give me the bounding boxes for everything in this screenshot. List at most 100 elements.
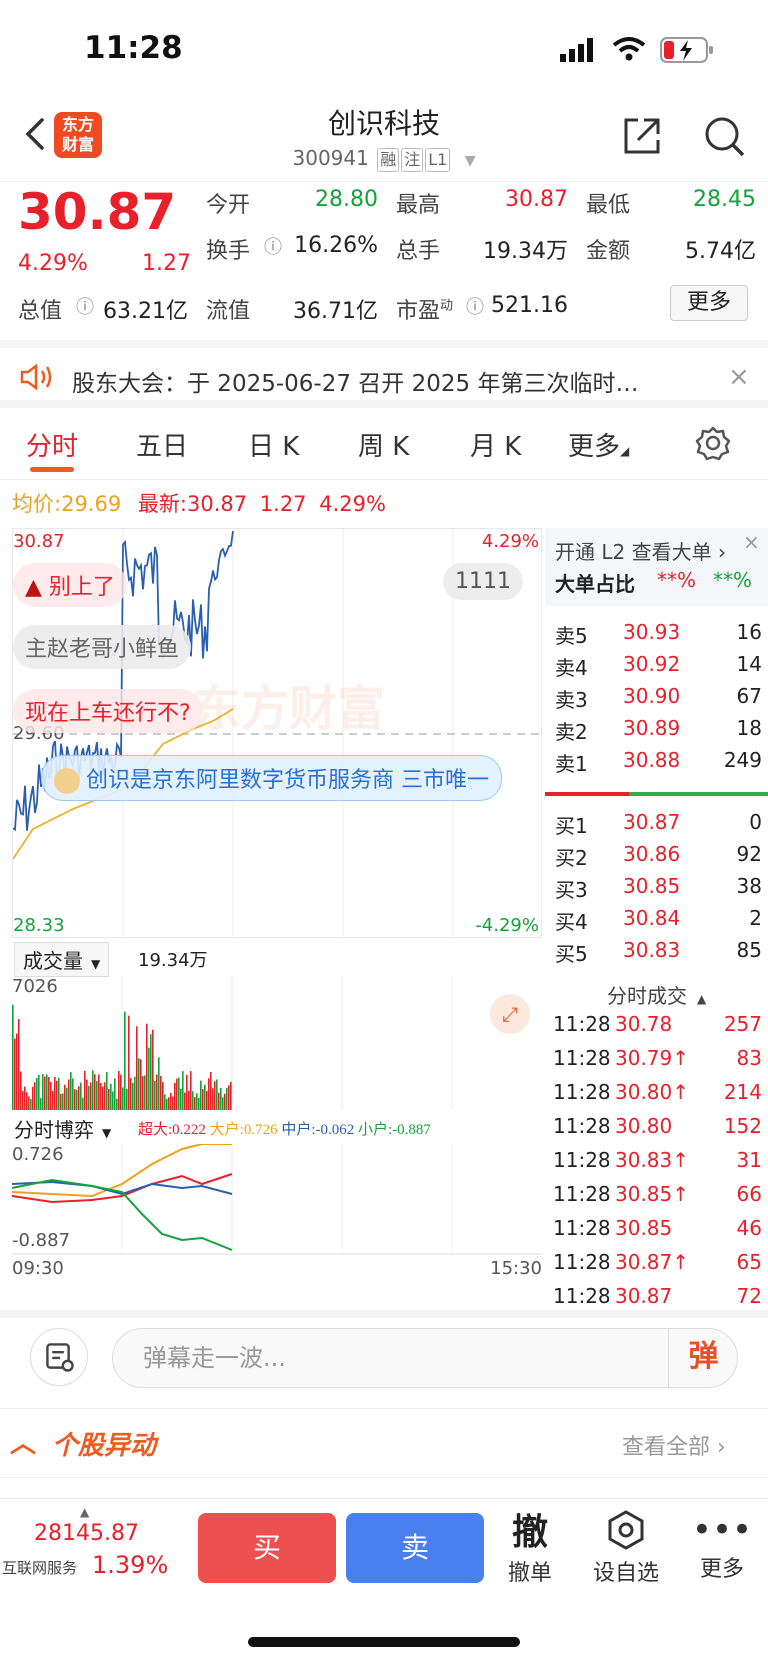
volume-bar bbox=[72, 1078, 74, 1110]
stock-code: 300941 bbox=[292, 146, 369, 170]
tick-time: 11:28 bbox=[553, 1012, 611, 1036]
game-indicator-select[interactable]: 分时博弈 ▼ bbox=[14, 1114, 111, 1143]
volume-bar bbox=[224, 1093, 226, 1110]
l2-upgrade-link[interactable]: 开通 L2 查看大单 › bbox=[555, 536, 726, 565]
tick-volume: 31 bbox=[736, 1148, 762, 1172]
share-icon[interactable] bbox=[620, 114, 664, 158]
expand-icon[interactable]: ⤢ bbox=[490, 994, 530, 1034]
more-button[interactable]: ••• 更多 bbox=[682, 1509, 762, 1583]
volume-bar bbox=[40, 1098, 42, 1110]
book-level-volume: 85 bbox=[736, 938, 762, 962]
volume-bar bbox=[88, 1085, 90, 1110]
view-all-link[interactable]: 查看全部 › bbox=[622, 1429, 726, 1461]
anomaly-section[interactable]: ︿ 个股异动 查看全部 › bbox=[0, 1408, 768, 1478]
more-dots-icon: ••• bbox=[691, 1510, 753, 1550]
book-level-label: 卖5 bbox=[555, 624, 588, 648]
volume-bar bbox=[106, 1072, 108, 1110]
volume-bar bbox=[120, 1074, 122, 1110]
volume-bar bbox=[96, 1081, 98, 1110]
volume-bar bbox=[204, 1084, 206, 1110]
danmu-input[interactable]: 弹幕走一波... bbox=[112, 1328, 738, 1388]
volume-bar bbox=[158, 1057, 160, 1110]
volume-bar bbox=[188, 1090, 190, 1110]
info-icon[interactable]: ⓘ bbox=[264, 233, 282, 259]
volume-bar bbox=[210, 1072, 212, 1110]
volume-indicator-select[interactable]: 成交量 ▼ bbox=[14, 942, 110, 977]
index-value[interactable]: 28145.87 bbox=[34, 1521, 139, 1546]
danmu-send-button[interactable]: 弹 bbox=[668, 1328, 738, 1388]
notice-bar[interactable]: 股东大会：于 2025-06-27 召开 2025 年第三次临时… × bbox=[0, 340, 768, 408]
tab-monthly-k[interactable]: 月 K bbox=[470, 426, 521, 463]
intraday-chart[interactable]: 东方财富 30.87 29.60 28.33 4.29% -4.29% ▲ 别上… bbox=[12, 528, 543, 939]
settings-icon[interactable] bbox=[694, 424, 732, 462]
volume-bar bbox=[112, 1091, 114, 1110]
tab-five-day[interactable]: 五日 bbox=[136, 426, 188, 463]
speaker-icon bbox=[20, 363, 52, 391]
volume-max-label: 7026 bbox=[12, 976, 58, 997]
volume-bar bbox=[110, 1083, 112, 1110]
book-level-label: 买3 bbox=[555, 878, 588, 902]
pe-value: 521.16 bbox=[491, 293, 568, 318]
volume-bar bbox=[24, 1086, 26, 1110]
tab-more[interactable]: 更多◢ bbox=[568, 426, 629, 463]
tick-time: 11:28 bbox=[553, 1080, 611, 1104]
cancel-order-button[interactable]: 撤 撤单 bbox=[490, 1503, 570, 1587]
volume-bar bbox=[108, 1088, 110, 1110]
tick-volume: 152 bbox=[723, 1114, 762, 1138]
volume-bar bbox=[198, 1097, 200, 1110]
bottom-bar: ▲ 28145.87 互联网服务 1.39% 买 卖 撤 撤单 设自选 ••• … bbox=[0, 1498, 768, 1663]
book-level-label: 买2 bbox=[555, 846, 588, 870]
index-name[interactable]: 互联网服务 bbox=[2, 1557, 77, 1578]
tab-daily-k[interactable]: 日 K bbox=[248, 426, 299, 463]
high-label: 最高 bbox=[396, 193, 441, 218]
volume-bar bbox=[206, 1091, 208, 1110]
volume-bar bbox=[144, 1075, 146, 1110]
volume-bar bbox=[26, 1092, 28, 1110]
danmu-bubble: 创识是京东阿里数字货币服务商 三市唯一 bbox=[41, 755, 502, 801]
tab-intraday[interactable]: 分时 bbox=[26, 426, 78, 463]
volume-bar bbox=[134, 1076, 136, 1110]
volume-bar bbox=[186, 1074, 188, 1110]
volume-bar bbox=[192, 1091, 194, 1110]
add-watchlist-button[interactable]: 设自选 bbox=[586, 1509, 666, 1587]
tag-registration: 注 bbox=[401, 148, 424, 172]
search-icon[interactable] bbox=[702, 114, 746, 158]
tab-weekly-k[interactable]: 周 K bbox=[358, 426, 409, 463]
current-price: 30.87 bbox=[18, 183, 177, 241]
buy-button[interactable]: 买 bbox=[198, 1513, 336, 1583]
tick-volume: 46 bbox=[736, 1216, 762, 1240]
volume-bar bbox=[46, 1074, 48, 1110]
volume-bar bbox=[156, 1074, 158, 1110]
ticks-label[interactable]: 分时成交 ▲ bbox=[607, 980, 706, 1009]
book-level-price: 30.87 bbox=[623, 810, 681, 834]
book-level-price: 30.83 bbox=[623, 938, 681, 962]
collapse-icon[interactable]: ︿ bbox=[10, 1423, 36, 1460]
volume-bar bbox=[86, 1079, 88, 1110]
volume-bar bbox=[20, 1071, 22, 1110]
volume-label: 总手 bbox=[396, 239, 441, 264]
change-pct: 4.29% bbox=[18, 251, 88, 276]
sell-button[interactable]: 卖 bbox=[346, 1513, 484, 1583]
volume-bar bbox=[54, 1076, 56, 1110]
volume-bar bbox=[222, 1097, 224, 1110]
anomaly-title: 个股异动 bbox=[52, 1431, 157, 1461]
book-level-volume: 249 bbox=[723, 748, 762, 772]
volume-bar bbox=[94, 1074, 96, 1110]
tick-price: 30.85 bbox=[615, 1216, 673, 1240]
volume-bar bbox=[190, 1071, 192, 1110]
close-icon[interactable]: × bbox=[743, 530, 760, 554]
volume-bar bbox=[142, 1076, 144, 1110]
game-y-high: 0.726 bbox=[12, 1144, 64, 1165]
open-value: 28.80 bbox=[315, 187, 378, 212]
volume-value: 19.34万 bbox=[483, 239, 568, 264]
close-icon[interactable]: × bbox=[728, 362, 750, 392]
volume-bar bbox=[182, 1071, 184, 1110]
volume-bar bbox=[114, 1078, 116, 1110]
book-level-price: 30.86 bbox=[623, 842, 681, 866]
volume-bar bbox=[50, 1081, 52, 1110]
y-low-label: 28.33 bbox=[13, 915, 65, 936]
volume-bar bbox=[200, 1080, 202, 1110]
quote-more-button[interactable]: 更多 bbox=[670, 285, 748, 321]
volume-bar bbox=[22, 1091, 24, 1110]
danmu-list-icon[interactable] bbox=[30, 1328, 88, 1386]
